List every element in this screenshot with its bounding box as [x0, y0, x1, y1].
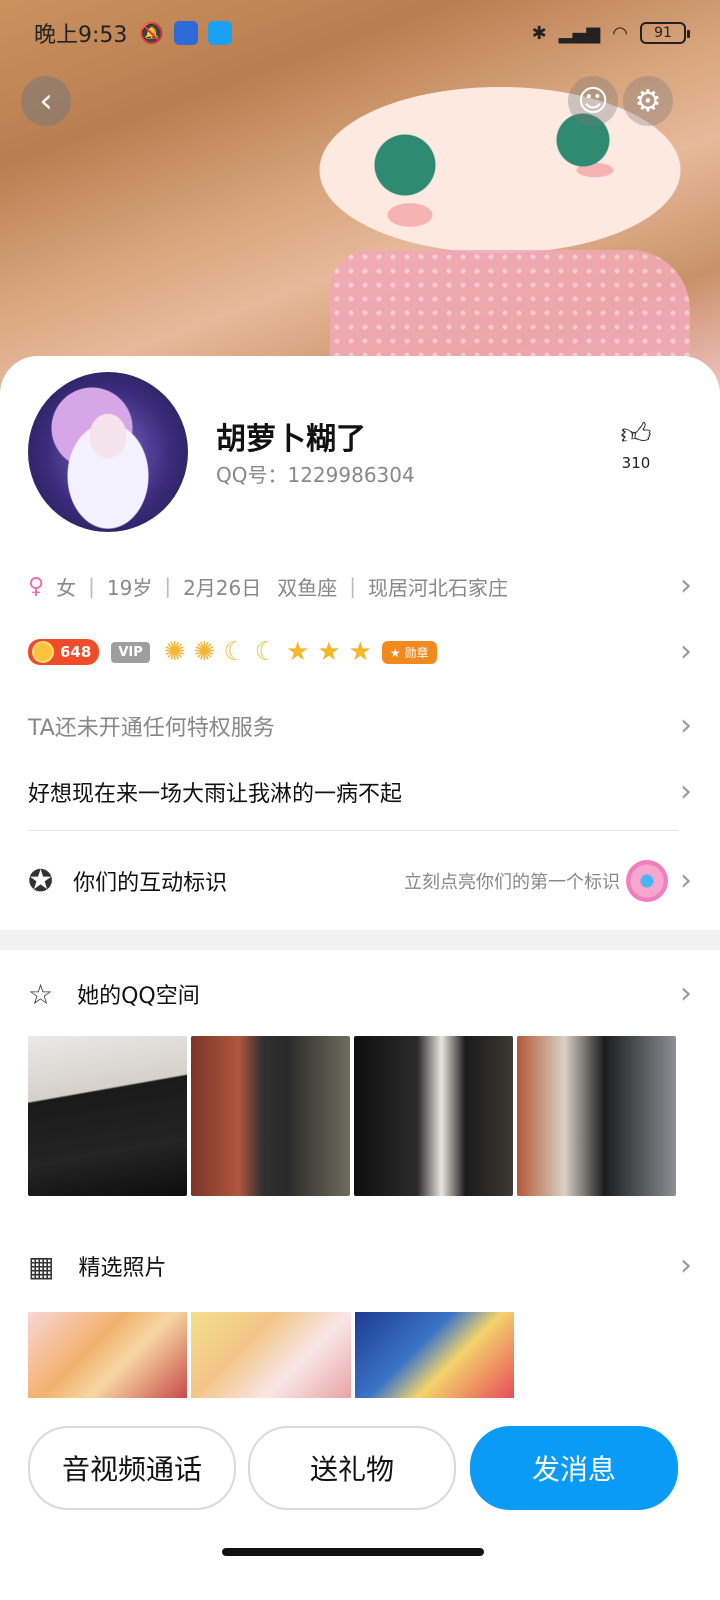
level-row[interactable]: 648 VIP ✺ ✺ ☾ ☾ ★ ★ ★ ★ 勋章 ›	[28, 632, 692, 672]
featured-photos	[28, 1312, 514, 1398]
featured-photo[interactable]	[28, 1312, 188, 1398]
chevron-left-icon: ‹	[39, 81, 53, 121]
banner-scarf	[330, 250, 690, 370]
separator: |	[164, 574, 172, 598]
moon-icon: ☾	[223, 637, 247, 667]
zodiac-text: 双鱼座	[277, 575, 338, 600]
upload-app-icon	[208, 21, 233, 45]
qzone-photo[interactable]	[354, 1036, 513, 1196]
moon-icon: ☾	[254, 637, 278, 667]
coin-icon	[32, 641, 54, 663]
divider	[28, 830, 678, 831]
interaction-hint: 立刻点亮你们的第一个标识	[404, 872, 620, 893]
like-count: 310	[621, 454, 651, 472]
featured-photo[interactable]	[191, 1312, 351, 1398]
thumbs-up-icon: 👍︎	[620, 417, 652, 452]
send-message-button[interactable]: 发消息	[470, 1426, 678, 1510]
vip-tag: VIP	[111, 641, 150, 663]
privilege-row[interactable]: TA还未开通任何特权服务 ›	[28, 706, 692, 746]
back-button[interactable]: ‹	[21, 76, 71, 126]
video-call-button[interactable]: 音视频通话	[28, 1426, 236, 1510]
settings-button[interactable]: ⚙	[623, 76, 673, 126]
chevron-right-icon: ›	[680, 774, 692, 809]
featured-photo[interactable]	[354, 1312, 514, 1398]
star-icon: ★	[285, 637, 310, 667]
privilege-text: TA还未开通任何特权服务	[28, 716, 275, 741]
section-gap	[0, 930, 720, 950]
level-icons: ✺ ✺ ☾ ☾ ★ ★ ★	[164, 637, 372, 667]
gear-icon: ⚙	[634, 83, 662, 119]
browser-app-icon	[174, 21, 199, 45]
age-text: 19岁	[106, 575, 153, 600]
star-icon: ★	[317, 637, 341, 667]
grid-icon: ▦	[28, 1249, 55, 1283]
battery-icon: 91	[640, 22, 690, 44]
location-text: 现居河北石家庄	[368, 575, 509, 600]
separator: |	[88, 574, 95, 598]
chevron-right-icon: ›	[680, 708, 692, 743]
sun-icon: ✺	[163, 637, 186, 667]
qzone-photo[interactable]	[517, 1036, 676, 1196]
gender-text: 女	[56, 575, 77, 600]
status-time: 晚上9:53	[34, 23, 128, 48]
level-badge: 648	[28, 639, 100, 665]
featured-row[interactable]: ▦ 精选照片 ›	[28, 1242, 692, 1290]
qzone-photo[interactable]	[191, 1036, 350, 1196]
signal-icon: ▂▄▆	[558, 22, 601, 44]
signature-row[interactable]: 好想现在来一场大雨让我淋的一病不起 ›	[28, 772, 692, 812]
qzone-title: 她的QQ空间	[77, 984, 200, 1009]
chevron-right-icon: ›	[680, 863, 692, 898]
sun-icon: ✺	[193, 637, 216, 667]
qzone-row[interactable]: ☆ 她的QQ空间 ›	[28, 970, 692, 1018]
avatar[interactable]	[28, 372, 188, 532]
like-button[interactable]: 👍︎ 310	[610, 417, 662, 473]
badge-star-icon: ✪	[28, 863, 54, 899]
mute-bell-icon: 🔕	[139, 21, 165, 45]
qzone-photo[interactable]	[28, 1036, 187, 1196]
bluetooth-icon: ✱	[531, 22, 547, 44]
basic-info-row[interactable]: ♀ 女 | 19岁 | 2月26日 双鱼座 | 现居河北石家庄 ›	[28, 566, 692, 606]
chevron-right-icon: ›	[680, 634, 692, 669]
interaction-row[interactable]: ✪ 你们的互动标识 立刻点亮你们的第一个标识 ›	[28, 856, 692, 906]
status-notification-icons: 🔕	[139, 21, 233, 45]
separator: |	[349, 574, 357, 598]
female-icon: ♀	[28, 573, 45, 599]
level-number: 648	[60, 643, 92, 661]
birthday-text: 2月26日	[183, 575, 262, 600]
chevron-right-icon: ›	[680, 568, 692, 603]
featured-title: 精选照片	[78, 1256, 167, 1281]
signature-text: 好想现在来一场大雨让我淋的一病不起	[28, 782, 403, 807]
chevron-right-icon: ›	[680, 1248, 692, 1283]
interaction-title: 你们的互动标识	[73, 871, 228, 896]
qzone-photos	[28, 1036, 676, 1196]
bear-face-icon: ☺	[577, 83, 609, 119]
medal-text: 勋章	[404, 645, 429, 660]
status-right: ✱ ▂▄▆ ◠ 91	[531, 22, 690, 44]
qq-number: QQ号：1229986304	[216, 463, 415, 487]
home-indicator[interactable]	[222, 1548, 484, 1556]
star-icon: ★	[348, 637, 372, 667]
wifi-icon: ◠	[612, 22, 628, 44]
pet-button[interactable]: ☺	[568, 76, 618, 126]
chevron-right-icon: ›	[680, 976, 692, 1011]
flower-icon	[626, 860, 668, 902]
qzone-star-icon: ☆	[28, 977, 54, 1011]
nickname: 胡萝卜糊了	[216, 422, 366, 457]
send-gift-button[interactable]: 送礼物	[248, 1426, 456, 1510]
status-bar: 晚上9:53 🔕 ✱ ▂▄▆ ◠ 91	[0, 0, 720, 66]
medal-badge: ★ 勋章	[381, 640, 437, 664]
